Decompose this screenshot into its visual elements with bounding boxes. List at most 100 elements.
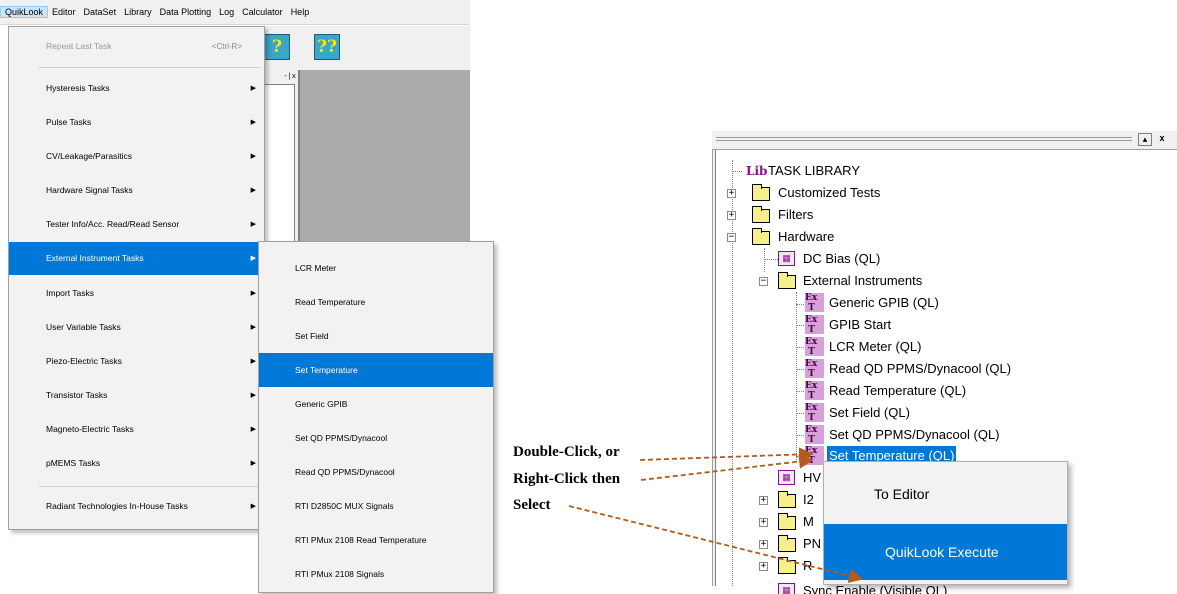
quiklook-menu: Repeat Last Task <Ctrl-R> Hysteresis Tas…: [8, 26, 265, 530]
menu-item-pmems-tasks[interactable]: pMEMS Tasks ▶: [9, 447, 264, 480]
menu-item-pulse-tasks[interactable]: Pulse Tasks ▶: [9, 106, 264, 139]
menu-item-hardware-signal-tasks[interactable]: Hardware Signal Tasks ▶: [9, 174, 264, 207]
external-task-icon: Ex T: [805, 381, 824, 401]
tree-item-label: HV: [803, 470, 822, 485]
external-task-icon: Ex T: [805, 293, 824, 313]
window-control-icons[interactable]: -|x: [283, 72, 296, 80]
menu-data-plotting[interactable]: Data Plotting: [156, 7, 216, 17]
context-menu: To Editor QuikLook Execute: [823, 461, 1068, 585]
menu-library[interactable]: Library: [120, 7, 156, 17]
tree-item-filters[interactable]: + Filters: [726, 205, 926, 225]
submenu-arrow-icon: ▶: [250, 426, 256, 433]
toolbar: ? ??: [258, 26, 470, 70]
tree-item-external-instruments[interactable]: − External Instruments: [758, 271, 978, 291]
external-task-icon: Ex T: [805, 403, 824, 423]
folder-icon: [778, 557, 796, 574]
external-task-icon: Ex T: [805, 337, 824, 357]
tree-item-set-field[interactable]: Ex T Set Field (QL): [805, 403, 1065, 423]
panel-frame: [712, 150, 716, 586]
menubar: QuikLook Editor DataSet Library Data Plo…: [0, 0, 470, 25]
menu-item-piezo-electric-tasks[interactable]: Piezo-Electric Tasks ▶: [9, 345, 264, 378]
submenu-item-set-qd-ppms[interactable]: Set QD PPMS/Dynacool: [259, 421, 493, 455]
tree-item-label: DC Bias (QL): [803, 251, 881, 266]
tree-item-m[interactable]: + M: [758, 512, 828, 532]
menu-item-cv-leakage[interactable]: CV/Leakage/Parasitics ▶: [9, 140, 264, 173]
help-icon[interactable]: ?: [264, 34, 290, 60]
submenu-item-read-temperature[interactable]: Read Temperature: [259, 285, 493, 319]
submenu-arrow-icon: ▶: [250, 460, 256, 467]
tree-item-set-qd-ppms[interactable]: Ex T Set QD PPMS/Dynacool (QL): [805, 425, 1065, 445]
tree-item-pn[interactable]: + PN: [758, 534, 828, 554]
submenu-arrow-icon: ▶: [250, 324, 256, 331]
tree-item-dc-bias[interactable]: ▦ DC Bias (QL): [778, 249, 978, 269]
submenu-arrow-icon: ▶: [250, 358, 256, 365]
menu-dataset[interactable]: DataSet: [80, 7, 121, 17]
folder-icon: [752, 184, 770, 201]
expand-icon[interactable]: +: [759, 518, 768, 527]
collapse-icon[interactable]: −: [759, 277, 768, 286]
submenu-item-rti-pmux-read-temp[interactable]: RTI PMux 2108 Read Temperature: [259, 523, 493, 557]
menu-editor[interactable]: Editor: [48, 7, 80, 17]
shortcut-label: <Ctrl-R>: [211, 42, 242, 51]
folder-icon: [778, 535, 796, 552]
tree-item-r[interactable]: + R: [758, 556, 828, 576]
submenu-arrow-icon: ▶: [250, 187, 256, 194]
menu-item-magneto-electric-tasks[interactable]: Magneto-Electric Tasks ▶: [9, 413, 264, 446]
folder-icon: [778, 491, 796, 508]
tree-item-gpib-start[interactable]: Ex T GPIB Start: [805, 315, 1065, 335]
submenu-item-rti-d2850c-mux[interactable]: RTI D2850C MUX Signals: [259, 489, 493, 523]
submenu-arrow-icon: ▶: [250, 392, 256, 399]
submenu-item-rti-pmux-signals[interactable]: RTI PMux 2108 Signals: [259, 557, 493, 591]
menu-separator: [39, 67, 260, 68]
submenu-arrow-icon: ▶: [250, 85, 256, 92]
menu-item-transistor-tasks[interactable]: Transistor Tasks ▶: [9, 379, 264, 412]
menu-item-radiant-in-house-tasks[interactable]: Radiant Technologies In-House Tasks ▶: [9, 490, 264, 523]
quiklook-execute-menu-item[interactable]: QuikLook Execute: [824, 524, 1067, 580]
tree-item-label: TASK LIBRARY: [768, 163, 860, 178]
menu-item-hysteresis-tasks[interactable]: Hysteresis Tasks ▶: [9, 72, 264, 105]
submenu-item-generic-gpib[interactable]: Generic GPIB: [259, 387, 493, 421]
submenu-item-set-field[interactable]: Set Field: [259, 319, 493, 353]
annotation-line-1: Double-Click, or: [513, 444, 620, 460]
menu-item-import-tasks[interactable]: Import Tasks ▶: [9, 277, 264, 310]
tree-item-hardware[interactable]: − Hardware: [726, 227, 926, 247]
expand-icon[interactable]: +: [759, 562, 768, 571]
menu-item-user-variable-tasks[interactable]: User Variable Tasks ▶: [9, 311, 264, 344]
tree-item-generic-gpib[interactable]: Ex T Generic GPIB (QL): [805, 293, 1065, 313]
tree-item-label: External Instruments: [803, 273, 923, 288]
expand-icon[interactable]: +: [727, 211, 736, 220]
menu-item-external-instrument-tasks[interactable]: External Instrument Tasks ▶: [9, 242, 264, 275]
submenu-arrow-icon: ▶: [250, 119, 256, 126]
menu-log[interactable]: Log: [215, 7, 238, 17]
tree-item-i2[interactable]: + I2: [758, 490, 828, 510]
tree-item-read-qd-ppms[interactable]: Ex T Read QD PPMS/Dynacool (QL): [805, 359, 1065, 379]
menu-quiklook[interactable]: QuikLook: [0, 6, 49, 18]
tree-item-customized-tests[interactable]: + Customized Tests: [726, 183, 926, 203]
close-icon[interactable]: x: [1155, 133, 1169, 146]
menu-item-tester-info[interactable]: Tester Info/Acc. Read/Read Sensor ▶: [9, 208, 264, 241]
submenu-item-read-qd-ppms[interactable]: Read QD PPMS/Dynacool: [259, 455, 493, 489]
expand-icon[interactable]: +: [759, 496, 768, 505]
collapse-icon[interactable]: −: [727, 233, 736, 242]
tree-item-label: Set Field (QL): [829, 405, 910, 420]
quiklook-task-icon: ▦: [778, 251, 795, 266]
quiklook-task-icon: ▦: [778, 470, 795, 485]
tree-item-label: GPIB Start: [829, 317, 892, 332]
tree-item-task-library[interactable]: Lib TASK LIBRARY: [746, 161, 946, 181]
help-index-icon[interactable]: ??: [314, 34, 340, 60]
tree-item-read-temperature[interactable]: Ex T Read Temperature (QL): [805, 381, 1065, 401]
menu-help[interactable]: Help: [287, 7, 314, 17]
menu-calculator[interactable]: Calculator: [238, 7, 287, 17]
submenu-item-set-temperature[interactable]: Set Temperature: [259, 353, 493, 387]
annotation-line-3: Select: [513, 497, 551, 513]
expand-icon[interactable]: +: [759, 540, 768, 549]
submenu-arrow-icon: ▶: [250, 153, 256, 160]
to-editor-menu-item[interactable]: To Editor: [824, 466, 1067, 522]
tree-item-lcr-meter[interactable]: Ex T LCR Meter (QL): [805, 337, 1065, 357]
tree-item-hv[interactable]: ▦ HV: [778, 468, 828, 488]
dock-icon[interactable]: ▴: [1138, 133, 1152, 146]
submenu-arrow-icon: ▶: [250, 503, 256, 510]
submenu-item-lcr-meter[interactable]: LCR Meter: [259, 251, 493, 285]
expand-icon[interactable]: +: [727, 189, 736, 198]
external-task-icon: Ex T: [805, 315, 824, 335]
